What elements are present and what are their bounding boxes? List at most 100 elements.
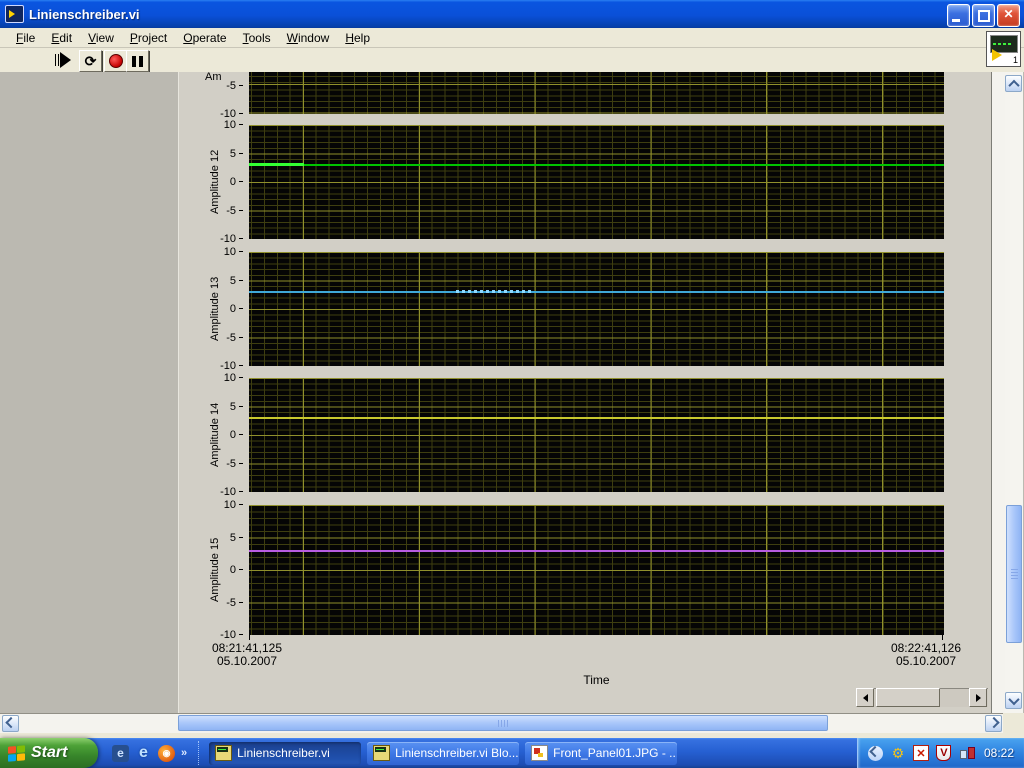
tray-clock: 08:22 xyxy=(983,746,1014,760)
y-tick-label: 10 xyxy=(193,499,243,511)
desktop: Linienschreiber.vi ✕ File Edit View Project… xyxy=(0,0,1024,768)
vi-icon-number: 1 xyxy=(1012,55,1018,65)
x-axis-start-label: 08:21:41,125 05.10.2007 xyxy=(211,641,283,668)
tray-collapse-button[interactable] xyxy=(867,745,883,761)
y-tick-label: 5 xyxy=(193,275,243,287)
image-viewer-icon xyxy=(531,745,549,761)
x-axis-tick xyxy=(249,635,250,640)
restore-icon xyxy=(978,10,990,22)
internet-explorer-icon[interactable]: e xyxy=(135,744,152,762)
menu-item-operate[interactable]: Operate xyxy=(175,29,234,47)
close-button[interactable]: ✕ xyxy=(997,4,1020,27)
trace-line xyxy=(249,417,944,419)
restore-button[interactable] xyxy=(972,4,995,27)
y-tick-label: -5 xyxy=(193,597,243,609)
trace-highlight-segment xyxy=(456,290,534,293)
y-tick-label: 0 xyxy=(193,303,243,315)
menu-bar: File Edit View Project Operate Tools Window Hel… xyxy=(0,28,1024,48)
y-tick-label: -10 xyxy=(193,486,243,498)
run-continuously-button[interactable]: ⟳ xyxy=(79,50,102,72)
y-tick-label: 0 xyxy=(193,564,243,576)
thumb-grip xyxy=(1011,569,1018,579)
workspace: Am -5 -10 Amplitude 12 10 5 0 -5 -10 Amplitude 13… xyxy=(0,71,1024,713)
system-tray: ⚙ ✕ V 08:22 xyxy=(856,738,1024,768)
antivirus-shield-icon[interactable]: V xyxy=(936,745,952,761)
y-tick-label: 5 xyxy=(193,401,243,413)
network-offline-icon[interactable] xyxy=(959,745,975,761)
vi-connector-icon[interactable]: 1 xyxy=(986,31,1021,67)
error-status-icon[interactable]: ✕ xyxy=(912,745,929,761)
y-tick-label: 10 xyxy=(193,372,243,384)
yellow-arrow-icon xyxy=(992,49,1002,61)
scroll-right-button[interactable] xyxy=(985,715,1002,732)
title-bar: Linienschreiber.vi ✕ xyxy=(0,0,1024,28)
pause-icon xyxy=(132,55,143,67)
chevron-left-icon xyxy=(4,716,17,728)
right-arrow-icon xyxy=(975,693,981,702)
chart-panel-amplitude-14: Amplitude 14 10 5 0 -5 -10 xyxy=(179,372,992,498)
y-tick-label: -5 xyxy=(193,458,243,470)
chevron-right-icon xyxy=(987,716,1000,728)
menu-item-edit[interactable]: Edit xyxy=(43,29,80,47)
vertical-scroll-thumb[interactable] xyxy=(1006,505,1022,643)
pause-button[interactable] xyxy=(126,50,149,72)
y-tick-label: -5 xyxy=(193,205,243,217)
chevron-down-icon xyxy=(1007,693,1020,705)
chart-x-scrollbar[interactable] xyxy=(856,688,988,707)
taskbar-button-label: Linienschreiber.vi Blo... xyxy=(395,746,519,760)
y-tick-label: 0 xyxy=(193,429,243,441)
chart-scroll-right-button[interactable] xyxy=(969,688,987,707)
gear-icon[interactable]: ⚙ xyxy=(890,745,906,761)
run-button[interactable] xyxy=(55,50,77,70)
abort-button[interactable] xyxy=(104,50,127,72)
scroll-left-button[interactable] xyxy=(2,715,19,732)
menu-item-help[interactable]: Help xyxy=(337,29,378,47)
plot-area xyxy=(249,72,944,114)
browser-icon[interactable]: e xyxy=(112,744,129,762)
chart-scroll-left-button[interactable] xyxy=(856,688,874,707)
vertical-scrollbar[interactable] xyxy=(1005,72,1023,713)
taskbar: Start e e ◉ » Linienschreiber.vi Liniensc… xyxy=(0,738,1024,768)
scroll-down-button[interactable] xyxy=(1005,692,1022,709)
chart-panel-amplitude-15: Amplitude 15 10 5 0 -5 -10 xyxy=(179,499,992,641)
trace-line xyxy=(249,550,944,552)
quick-launch-overflow-chevron[interactable]: » xyxy=(181,747,190,759)
y-tick-label: 5 xyxy=(193,532,243,544)
scroll-up-button[interactable] xyxy=(1005,75,1022,92)
run-continuously-icon: ⟳ xyxy=(84,53,97,69)
task-buttons: Linienschreiber.vi Linienschreiber.vi Blo… xyxy=(209,741,678,765)
taskbar-button[interactable]: Linienschreiber.vi Blo... xyxy=(367,741,520,765)
horizontal-scrollbar[interactable] xyxy=(0,713,1024,733)
start-button[interactable]: Start xyxy=(0,738,98,768)
trace-highlight-segment xyxy=(249,163,304,166)
menu-item-view[interactable]: View xyxy=(80,29,122,47)
thumb-grip xyxy=(498,720,508,727)
taskbar-button[interactable]: Linienschreiber.vi xyxy=(209,741,362,765)
toolbar: ⟳ xyxy=(0,48,1024,73)
x-axis-end-label: 08:22:41,126 05.10.2007 xyxy=(890,641,962,668)
menu-item-window[interactable]: Window xyxy=(279,29,338,47)
close-icon: ✕ xyxy=(1003,7,1014,21)
quick-launch-bar: e e ◉ » xyxy=(98,741,200,765)
plot-area xyxy=(249,378,944,492)
menu-item-tools[interactable]: Tools xyxy=(235,29,279,47)
y-tick-label: -10 xyxy=(193,629,243,641)
minimize-button[interactable] xyxy=(947,4,970,27)
y-tick-label: -10 xyxy=(193,233,243,245)
chart-scroll-thumb[interactable] xyxy=(876,688,940,707)
labview-vi-icon xyxy=(215,745,233,761)
x-axis-title: Time xyxy=(583,673,610,687)
firefox-icon[interactable]: ◉ xyxy=(158,744,175,762)
trace-line xyxy=(249,164,944,166)
horizontal-scroll-thumb[interactable] xyxy=(178,715,828,731)
menu-item-project[interactable]: Project xyxy=(122,29,175,47)
trace-line xyxy=(249,291,944,293)
taskbar-button-label: Front_Panel01.JPG - ... xyxy=(553,746,678,760)
y-tick-label: -5 xyxy=(193,332,243,344)
taskbar-button-label: Linienschreiber.vi xyxy=(237,746,330,760)
taskbar-button[interactable]: Front_Panel01.JPG - ... xyxy=(525,741,678,765)
menu-item-file[interactable]: File xyxy=(8,29,43,47)
y-tick-label: -10 xyxy=(193,360,243,372)
labview-vi-icon xyxy=(373,745,391,761)
chevron-up-icon xyxy=(1007,79,1020,91)
